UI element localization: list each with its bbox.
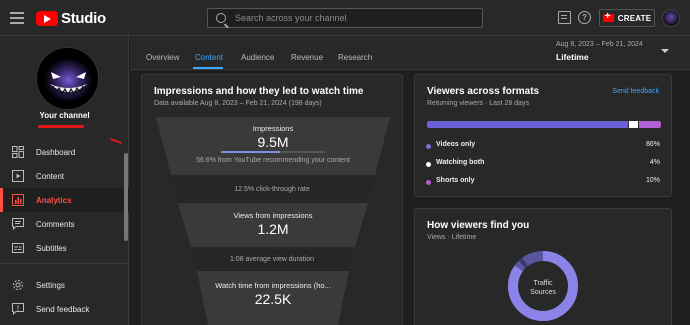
sidebar-item-subtitles[interactable]: Subtitles — [0, 236, 129, 260]
comments-icon — [12, 218, 24, 230]
find-you-card-subtitle: Views · Lifetime — [427, 234, 477, 241]
find-you-card-title: How viewers find you — [427, 220, 530, 231]
watch-time-value: 22.5K — [254, 291, 292, 307]
sidebar-item-label: Subtitles — [36, 243, 67, 253]
tab-audience[interactable]: Audience — [241, 53, 274, 62]
views-value: 1.2M — [257, 221, 289, 237]
sidebar-item-send-feedback[interactable]: Send feedback — [0, 297, 129, 321]
redaction-mark — [38, 125, 84, 128]
ctr-note: 12.5% click-through rate — [234, 186, 310, 193]
format-bar-segment — [637, 121, 661, 128]
format-pct: 86% — [645, 141, 660, 148]
format-row-both: Watching both 4% — [426, 159, 660, 171]
logo-text: Studio — [61, 9, 106, 27]
studio-logo[interactable]: Studio — [36, 9, 106, 27]
help-icon[interactable]: ? — [578, 11, 591, 24]
sidebar-item-dashboard[interactable]: Dashboard — [0, 140, 129, 164]
format-row-shorts: Shorts only 10% — [426, 177, 660, 189]
sidebar-item-label: Content — [36, 171, 65, 181]
content-icon — [12, 170, 24, 182]
views-label: Views from impressions — [233, 211, 313, 220]
tab-research[interactable]: Research — [338, 53, 372, 62]
format-bar-segment — [628, 121, 638, 128]
videos-dot-icon — [426, 144, 431, 149]
top-bar: Studio ? CREATE — [0, 0, 690, 36]
messages-icon[interactable] — [558, 11, 571, 24]
format-label: Watching both — [436, 159, 485, 166]
sidebar-item-comments[interactable]: Comments — [0, 212, 129, 236]
date-period[interactable]: Lifetime — [556, 52, 589, 62]
impressions-progress-track — [221, 151, 325, 153]
sidebar-item-label: Send feedback — [36, 304, 90, 314]
channel-name: Your channel — [39, 111, 90, 120]
search-box[interactable] — [207, 8, 483, 28]
tab-content[interactable]: Content — [195, 53, 223, 62]
sidebar-item-label: Comments — [36, 219, 75, 229]
sidebar-item-label: Analytics — [36, 195, 72, 205]
format-label: Shorts only — [436, 177, 475, 184]
sidebar-item-content[interactable]: Content — [0, 164, 129, 188]
active-tab-underline — [193, 67, 223, 69]
formats-stacked-bar — [427, 121, 661, 128]
watch-time-label: Watch time from impressions (ho... — [215, 281, 331, 290]
gear-icon — [13, 280, 23, 290]
dashboard-icon — [12, 146, 24, 158]
impressions-label: Impressions — [252, 124, 294, 133]
formats-card-subtitle: Returning viewers · Last 28 days — [427, 100, 529, 107]
formats-card-title: Viewers across formats — [427, 86, 540, 97]
tab-revenue[interactable]: Revenue — [291, 53, 323, 62]
create-label: CREATE — [617, 13, 652, 23]
create-button[interactable]: CREATE — [599, 9, 655, 27]
donut-label-line-2: Sources — [530, 289, 556, 296]
impressions-progress-fill — [221, 151, 280, 153]
format-pct: 4% — [649, 159, 660, 166]
sidebar: Your channel Dashboard Content Analytics… — [0, 36, 129, 325]
both-dot-icon — [426, 162, 431, 167]
format-row-videos: Videos only 86% — [426, 141, 660, 153]
date-range: Aug 8, 2023 – Feb 21, 2024 — [556, 41, 643, 48]
search-icon — [216, 13, 226, 23]
sidebar-item-label: Dashboard — [36, 147, 76, 157]
sidebar-scrollbar[interactable] — [124, 153, 128, 241]
sidebar-item-label: Settings — [36, 280, 65, 290]
format-label: Videos only — [436, 141, 476, 148]
impressions-card: Impressions and how they led to watch ti… — [141, 74, 403, 325]
impressions-note: 56.6% from YouTube recommending your con… — [196, 157, 350, 164]
subtitles-icon — [12, 243, 24, 253]
youtube-logo-icon — [36, 10, 58, 26]
analytics-tabs: Overview Content Audience Revenue Resear… — [130, 36, 690, 70]
account-avatar[interactable] — [662, 9, 680, 27]
donut-label-line-1: Traffic — [533, 280, 553, 287]
sidebar-item-settings[interactable]: Settings — [0, 273, 129, 297]
format-bar-segment — [427, 121, 629, 128]
format-pct: 10% — [645, 177, 660, 184]
feedback-icon — [12, 303, 24, 315]
channel-avatar[interactable] — [36, 47, 99, 110]
menu-icon[interactable] — [10, 12, 24, 24]
find-you-card: How viewers find you Views · Lifetime Tr… — [414, 208, 672, 325]
chevron-down-icon[interactable] — [661, 49, 669, 53]
send-feedback-link[interactable]: Send feedback — [612, 88, 659, 95]
create-video-icon — [602, 11, 614, 22]
analytics-icon — [12, 194, 24, 206]
tab-overview[interactable]: Overview — [146, 53, 179, 62]
sidebar-item-analytics[interactable]: Analytics — [0, 188, 129, 212]
sidebar-divider — [0, 263, 129, 264]
shorts-dot-icon — [426, 180, 431, 185]
avd-note: 1:08 average view duration — [229, 256, 315, 263]
donut-center-label: Traffic Sources — [504, 279, 582, 297]
search-input[interactable] — [235, 13, 475, 23]
impressions-value: 9.5M — [257, 134, 289, 150]
